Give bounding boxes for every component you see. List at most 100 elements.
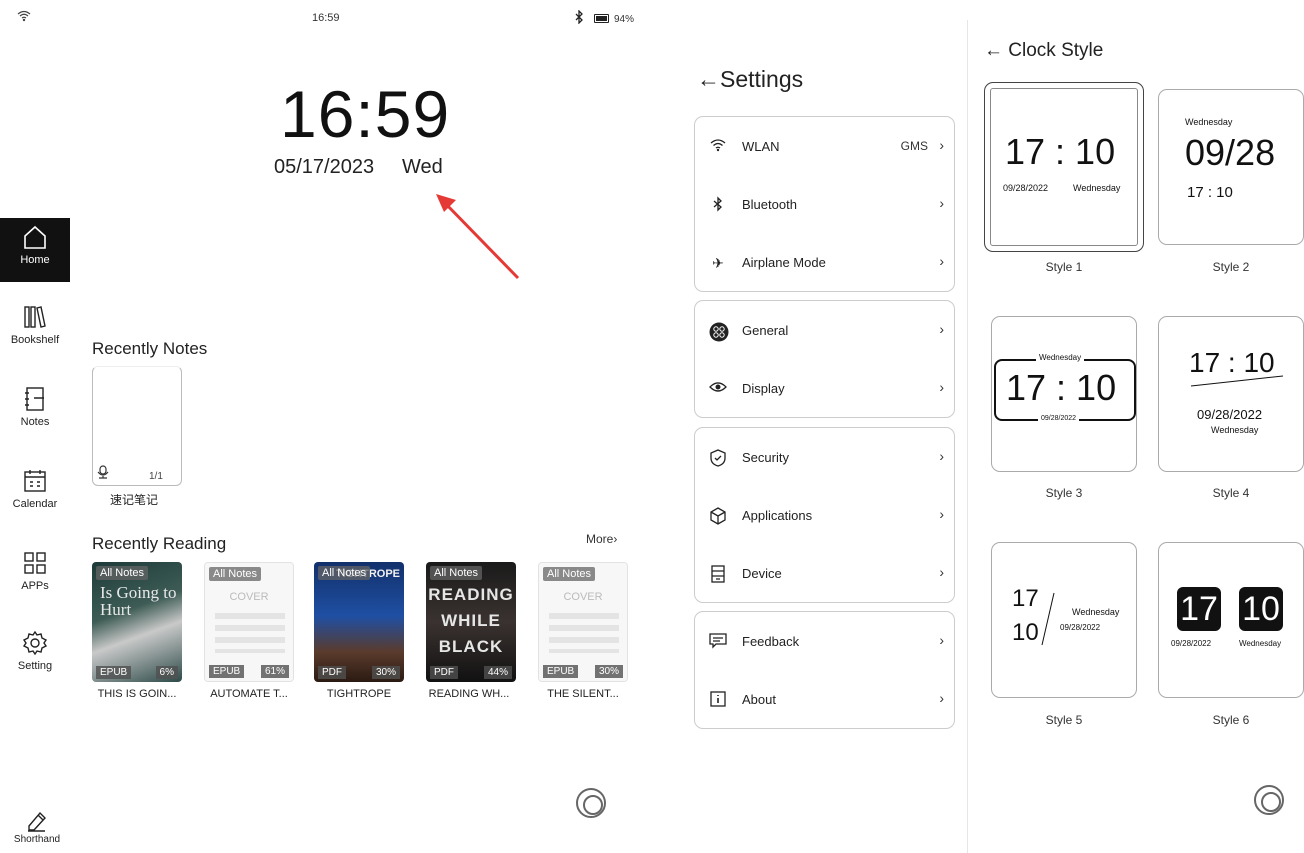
style-preview-time: 17 : 10	[1005, 131, 1116, 172]
mic-icon	[97, 465, 109, 482]
book-title: AUTOMATE T...	[210, 688, 288, 700]
settings-row-wlan[interactable]: WLAN GMS ›	[695, 117, 954, 175]
book-card[interactable]: COVER All Notes EPUB 30%	[538, 562, 628, 682]
settings-row-about[interactable]: About ›	[695, 670, 954, 728]
settings-row-label: Display	[742, 381, 785, 396]
shield-icon	[709, 449, 727, 467]
home-clock-date: 05/17/2023	[274, 156, 375, 178]
bookshelf-icon	[24, 306, 46, 328]
settings-row-device[interactable]: Device ›	[695, 544, 954, 602]
clock-style-card-1[interactable]: 17 : 10 09/28/2022 Wednesday	[984, 82, 1144, 252]
more-link[interactable]: More›	[586, 532, 617, 546]
wifi-icon	[709, 138, 727, 156]
floating-ball-button[interactable]	[1254, 785, 1284, 815]
settings-row-label: Applications	[742, 508, 813, 523]
home-icon	[24, 225, 46, 249]
eye-icon	[709, 380, 727, 398]
back-arrow-icon[interactable]: ←	[984, 40, 1003, 61]
settings-group-system: Security › Applications › Device ›	[694, 427, 955, 603]
chevron-right-icon: ›	[939, 321, 944, 337]
settings-row-general[interactable]: General ›	[695, 301, 954, 359]
nav-item-calendar[interactable]: Calendar	[0, 468, 70, 532]
clock-style-card-6[interactable]: 17 10 09/28/2022 Wednesday	[1158, 542, 1304, 698]
style-preview-date: 09/28/2022	[1171, 639, 1212, 648]
calendar-icon	[24, 470, 46, 492]
settings-group-connectivity: WLAN GMS › Bluetooth › ✈ Airplane Mode ›	[694, 116, 955, 292]
book-progress: 30%	[594, 665, 623, 678]
feedback-icon	[709, 633, 727, 651]
more-label: More	[586, 532, 614, 546]
nav-item-apps[interactable]: APPs	[0, 550, 70, 614]
note-card[interactable]: 1/1	[92, 366, 182, 486]
nav-item-home[interactable]: Home	[0, 218, 70, 282]
settings-row-bluetooth[interactable]: Bluetooth ›	[695, 175, 954, 233]
nav-label: Notes	[20, 416, 50, 428]
note-name: 速记笔记	[110, 493, 159, 507]
settings-row-feedback[interactable]: Feedback ›	[695, 612, 954, 670]
book-card[interactable]: Is Going to Hurt All Notes EPUB 6%	[92, 562, 182, 682]
pencil-icon	[28, 811, 46, 832]
clock-style-card-4[interactable]: 17 : 10 09/28/2022 Wednesday	[1158, 316, 1304, 472]
style-preview-date: 09/28/2022	[1197, 407, 1263, 422]
nav-label: Bookshelf	[10, 334, 60, 346]
info-icon	[709, 691, 727, 709]
chevron-right-icon: ›	[939, 448, 944, 464]
settings-row-applications[interactable]: Applications ›	[695, 486, 954, 544]
nav-label: APPs	[21, 580, 49, 592]
nav-item-notes[interactable]: Notes	[0, 386, 70, 450]
settings-header[interactable]: ←Settings	[697, 66, 803, 93]
style-label: Style 3	[1045, 486, 1083, 500]
book-progress: 44%	[483, 666, 512, 679]
home-screen: 16:59 94% 16:59 05/17/2023 Wed Home Book…	[0, 0, 660, 853]
settings-row-airplane[interactable]: ✈ Airplane Mode ›	[695, 233, 954, 291]
nav-item-bookshelf[interactable]: Bookshelf	[0, 304, 70, 368]
chevron-right-icon: ›	[939, 564, 944, 580]
style-preview-hour: 17	[1177, 587, 1221, 631]
book-title: THIS IS GOIN...	[97, 688, 177, 700]
settings-row-label: Bluetooth	[742, 197, 797, 212]
nav-item-setting[interactable]: Setting	[0, 630, 70, 694]
battery-icon	[594, 14, 609, 23]
book-card[interactable]: COVER All Notes EPUB 61%	[204, 562, 294, 682]
clock-style-card-2[interactable]: Wednesday 09/28 17 : 10	[1158, 89, 1304, 245]
chevron-right-icon: ›	[939, 690, 944, 706]
device-icon	[709, 565, 727, 583]
book-cover-text: READING WHILE BLACK	[428, 585, 514, 656]
battery-percent: 94%	[614, 14, 635, 25]
settings-row-label: Feedback	[742, 634, 800, 649]
book-title: TIGHTROPE	[326, 688, 392, 700]
style-preview-day: Wednesday	[1073, 183, 1121, 193]
status-time: 16:59	[312, 12, 340, 24]
style-preview-date: 09/28/2022	[1038, 415, 1080, 422]
note-pages: 1/1	[149, 471, 163, 482]
floating-ball-button[interactable]	[576, 788, 606, 818]
settings-group-support: Feedback › About ›	[694, 611, 955, 729]
book-tag: All Notes	[96, 566, 149, 580]
chevron-right-icon: ›	[613, 532, 618, 546]
book-format: EPUB	[96, 666, 132, 679]
clock-style-card-5[interactable]: 17 10 Wednesday 09/28/2022	[991, 542, 1137, 698]
clock-style-card-3[interactable]: Wednesday 17 : 10 09/28/2022	[991, 316, 1137, 472]
book-card[interactable]: TIGHTROPE All Notes PDF 30%	[314, 562, 404, 682]
style-preview-day: Wednesday	[1211, 425, 1259, 435]
settings-row-label: Airplane Mode	[742, 255, 826, 270]
settings-row-label: Device	[742, 566, 782, 581]
chevron-right-icon: ›	[939, 253, 944, 269]
nav-label: Setting	[17, 660, 53, 672]
nav-label: Home	[20, 254, 50, 266]
settings-row-display[interactable]: Display ›	[695, 359, 954, 417]
book-card[interactable]: READING WHILE BLACK All Notes PDF 44%	[426, 562, 516, 682]
style-preview-minute: 10	[1239, 587, 1283, 631]
bluetooth-icon	[709, 196, 727, 214]
cover-placeholder	[549, 613, 619, 653]
back-arrow-icon[interactable]: ←	[697, 66, 720, 92]
cube-icon	[709, 507, 727, 525]
book-cover-text: COVER	[229, 591, 269, 603]
cover-placeholder	[215, 613, 285, 653]
style-preview-day: Wednesday	[1036, 353, 1085, 362]
chevron-right-icon: ›	[939, 506, 944, 522]
clock-style-header[interactable]: ← Clock Style	[984, 40, 1103, 62]
shorthand-button[interactable]: Shorthand	[0, 808, 74, 845]
settings-row-security[interactable]: Security ›	[695, 428, 954, 486]
airplane-icon: ✈	[712, 255, 724, 271]
